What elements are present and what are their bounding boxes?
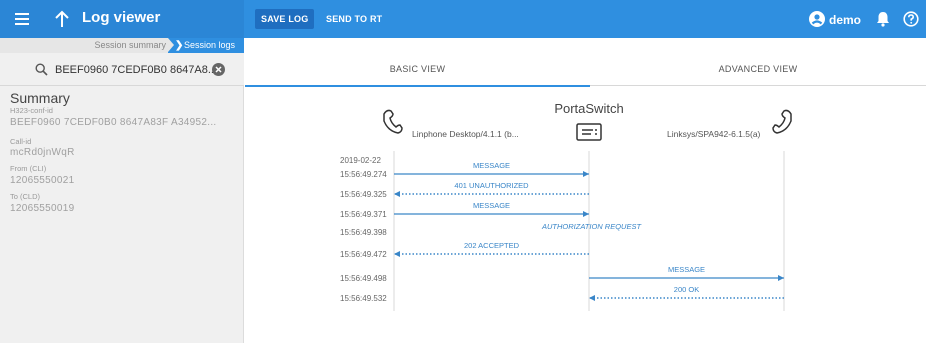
event-label[interactable]: 401 UNAUTHORIZED [454, 181, 529, 190]
field-value: BEEF0960 7CEDF0B0 8647A83F A34952... [10, 117, 217, 128]
event-note: AUTHORIZATION REQUEST [541, 222, 642, 231]
clear-icon[interactable] [212, 63, 225, 76]
breadcrumb-session-summary[interactable]: Session summary [94, 40, 166, 50]
event-time: 15:56:49.472 [340, 250, 387, 259]
search-icon [35, 63, 48, 76]
app-title: Log viewer [82, 9, 161, 26]
switch-icon [576, 123, 602, 141]
event-label[interactable]: MESSAGE [668, 265, 705, 274]
top-bar: Log viewer SAVE LOG SEND TO RT demo [0, 0, 926, 38]
sequence-diagram: PortaSwitch Linphone Desktop/4.1.1 (b...… [340, 101, 792, 311]
switch-title: PortaSwitch [554, 101, 623, 116]
help-icon[interactable] [903, 11, 919, 27]
search-input[interactable]: BEEF0960 7CEDF0B0 8647A8... [55, 64, 217, 76]
event-label[interactable]: 202 ACCEPTED [464, 241, 520, 250]
arrowhead [583, 211, 589, 217]
view-tabs: BASIC VIEW ADVANCED VIEW [245, 53, 926, 87]
field-value: 12065550021 [10, 175, 75, 186]
arrowhead [394, 191, 400, 197]
bell-icon[interactable] [876, 11, 890, 27]
right-party-label: Linksys/SPA942-6.1.5(a) [667, 129, 761, 139]
field-label: From (CLI) [10, 164, 47, 173]
breadcrumb-session-logs-label: Session logs [184, 40, 236, 50]
menu-icon[interactable] [15, 13, 29, 25]
arrow-up-icon[interactable] [54, 10, 70, 28]
account-icon[interactable] [809, 11, 825, 27]
save-log-button[interactable]: SAVE LOG [255, 9, 315, 29]
breadcrumb: Session summary ❯ Session logs [0, 38, 244, 53]
event-time: 15:56:49.325 [340, 190, 387, 199]
field-label: To (CLD) [10, 192, 41, 201]
chevron-right-icon: ❯ [175, 40, 184, 51]
user-name[interactable]: demo [829, 13, 861, 27]
send-to-rt-button[interactable]: SEND TO RT [320, 9, 388, 29]
date-label: 2019-02-22 [340, 156, 381, 165]
event-time: 15:56:49.398 [340, 228, 387, 237]
search-bar[interactable]: BEEF0960 7CEDF0B0 8647A8... [0, 53, 244, 86]
event-label[interactable]: MESSAGE [473, 201, 510, 210]
field-label: Call-id [10, 137, 32, 146]
event-time: 15:56:49.498 [340, 274, 387, 283]
event-label[interactable]: MESSAGE [473, 161, 510, 170]
arrowhead [589, 295, 595, 301]
field-value: 12065550019 [10, 203, 75, 214]
tab-basic-view[interactable]: BASIC VIEW [245, 53, 590, 87]
arrowhead [583, 171, 589, 177]
summary-panel: BEEF0960 7CEDF0B0 8647A8... Summary H323… [0, 53, 244, 343]
arrowhead [778, 275, 784, 281]
event-time: 15:56:49.274 [340, 170, 387, 179]
summary-title: Summary [10, 90, 70, 106]
arrowhead [394, 251, 400, 257]
event-label[interactable]: 200 OK [674, 285, 699, 294]
tab-advanced-view[interactable]: ADVANCED VIEW [590, 53, 926, 86]
event-list: 15:56:49.274 MESSAGE 15:56:49.325 401 UNAUT… [340, 161, 784, 303]
breadcrumb-session-logs[interactable]: ❯ Session logs [168, 38, 244, 53]
field-value: mcRd0jnWqR [10, 147, 75, 158]
event-time: 15:56:49.371 [340, 210, 387, 219]
event-time: 15:56:49.532 [340, 294, 387, 303]
left-phone-icon [383, 109, 403, 134]
field-label: H323-conf-id [10, 106, 53, 115]
right-phone-icon [772, 109, 792, 134]
left-party-label: Linphone Desktop/4.1.1 (b... [412, 129, 519, 139]
